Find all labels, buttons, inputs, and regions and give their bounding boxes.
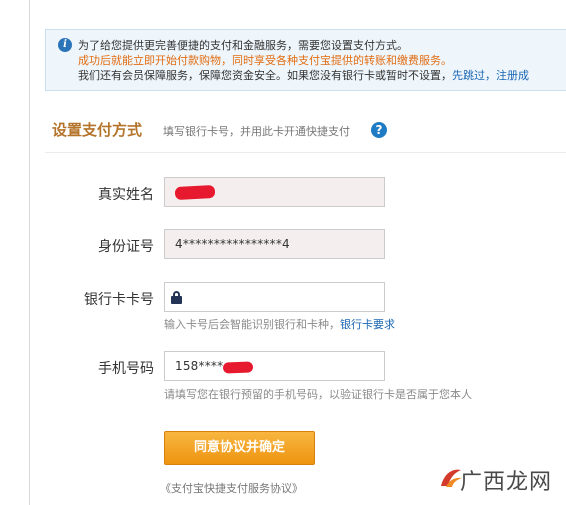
- notice-line-2: 成功后就能立即开始付款购物，同时享受各种支付宝提供的转账和缴费服务。: [78, 54, 452, 67]
- phone-hint: 请填写您在银行预留的手机号码，以验证银行卡是否属于您本人: [164, 388, 472, 401]
- watermark-text: 广西龙网: [460, 470, 553, 495]
- agree-and-confirm-button[interactable]: 同意协议并确定: [164, 431, 315, 465]
- notice-line-3-text: 我们还有会员保障服务，保障您资金安全。如果您没有银行卡或暂时不设置，: [78, 69, 452, 82]
- help-icon[interactable]: ?: [371, 122, 387, 138]
- info-notice: i 为了给您提供更完善便捷的支付和金融服务，需要您设置支付方式。 成功后就能立即…: [45, 29, 566, 91]
- real-name-field[interactable]: [164, 177, 385, 207]
- info-icon: i: [58, 38, 72, 52]
- bank-card-hint: 输入卡号后会智能识别银行和卡种，银行卡要求: [164, 316, 395, 332]
- register-link[interactable]: ，注册成: [485, 69, 529, 82]
- bank-card-label: 银行卡卡号: [84, 292, 154, 308]
- phone-input[interactable]: 158****: [164, 351, 385, 381]
- notice-line-3: 我们还有会员保障服务，保障您资金安全。如果您没有银行卡或暂时不设置，先跳过，注册…: [78, 68, 529, 83]
- bank-card-input[interactable]: [164, 282, 385, 312]
- agreement-link[interactable]: 《支付宝快捷支付服务协议》: [160, 480, 303, 496]
- section-divider: [45, 152, 566, 153]
- phone-label: 手机号码: [98, 361, 154, 377]
- notice-line-1: 为了给您提供更完善便捷的支付和金融服务，需要您设置支付方式。: [78, 39, 408, 52]
- page-frame-border: [29, 0, 30, 505]
- bank-card-hint-text: 输入卡号后会智能识别银行和卡种，: [164, 318, 340, 331]
- real-name-label: 真实姓名: [98, 187, 154, 203]
- phone-value: 158****: [175, 359, 224, 373]
- card-requirements-link[interactable]: 银行卡要求: [340, 318, 395, 331]
- lock-icon: [171, 291, 182, 304]
- id-number-field[interactable]: 4****************4: [164, 229, 385, 259]
- skip-link[interactable]: 先跳过: [452, 69, 485, 82]
- section-subtitle: 填写银行卡号，并用此卡开通快捷支付: [163, 125, 350, 138]
- section-title: 设置支付方式: [52, 121, 143, 139]
- redaction-mark: [174, 184, 216, 201]
- redaction-mark: [222, 361, 254, 374]
- id-number-label: 身份证号: [98, 239, 154, 255]
- watermark: 广西龙网: [438, 462, 551, 495]
